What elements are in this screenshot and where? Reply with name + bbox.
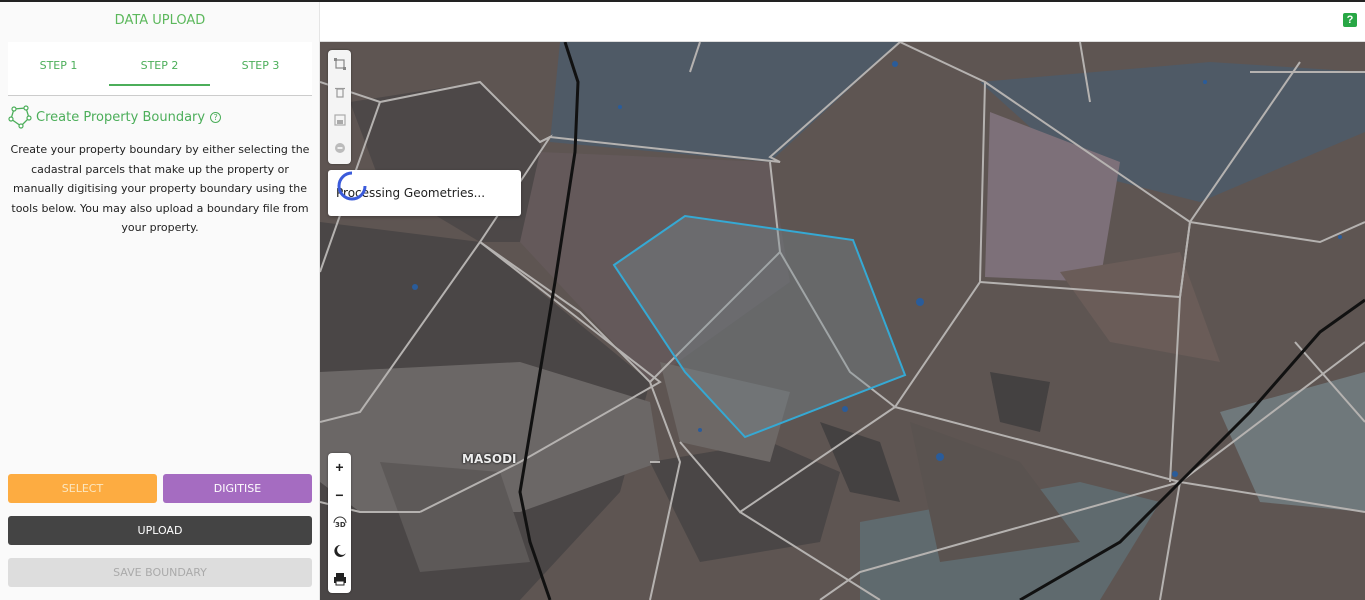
map-header: ? xyxy=(320,2,1365,42)
zoom-out-icon[interactable]: − xyxy=(328,481,351,509)
night-mode-icon[interactable] xyxy=(328,537,351,565)
tab-step-2[interactable]: STEP 2 xyxy=(109,42,210,86)
help-button[interactable]: ? xyxy=(1343,13,1357,27)
processing-toast: Processing Geometries... xyxy=(328,170,521,216)
question-circle-icon[interactable]: ? xyxy=(210,111,222,123)
cancel-icon[interactable] xyxy=(328,134,351,162)
instructions-text: Create your property boundary by either … xyxy=(10,143,310,234)
upload-button[interactable]: UPLOAD xyxy=(8,516,312,545)
save-boundary-button[interactable]: SAVE BOUNDARY xyxy=(8,558,312,587)
panel-title: DATA UPLOAD xyxy=(114,13,206,28)
spinner-icon xyxy=(337,171,367,201)
tab-step-1[interactable]: STEP 1 xyxy=(8,42,109,96)
map-canvas xyxy=(320,42,1365,600)
section-header: Create Property Boundary ? xyxy=(8,104,222,130)
polygon-icon xyxy=(8,105,32,129)
place-label: MASODI xyxy=(462,452,517,466)
save-icon[interactable] xyxy=(328,106,351,134)
tab-step-3[interactable]: STEP 3 xyxy=(210,42,311,96)
square-select-icon[interactable] xyxy=(328,50,351,78)
map-view[interactable]: Processing Geometries... MASODI + − 3D xyxy=(320,42,1365,600)
3d-label: 3D xyxy=(335,521,346,529)
trash-icon[interactable] xyxy=(328,78,351,106)
print-icon[interactable] xyxy=(328,565,351,593)
zoom-in-icon[interactable]: + xyxy=(328,453,351,481)
select-button[interactable]: SELECT xyxy=(8,474,157,503)
map-controls: + − 3D xyxy=(328,453,351,593)
digitise-button[interactable]: DIGITISE xyxy=(163,474,312,503)
step-tabs: STEP 1 STEP 2 STEP 3 xyxy=(8,42,312,96)
section-title: Create Property Boundary xyxy=(36,109,206,125)
draw-toolbar xyxy=(328,50,351,164)
sidebar: DATA UPLOAD STEP 1 STEP 2 STEP 3 Create … xyxy=(0,2,320,600)
3d-icon[interactable]: 3D xyxy=(328,509,351,537)
